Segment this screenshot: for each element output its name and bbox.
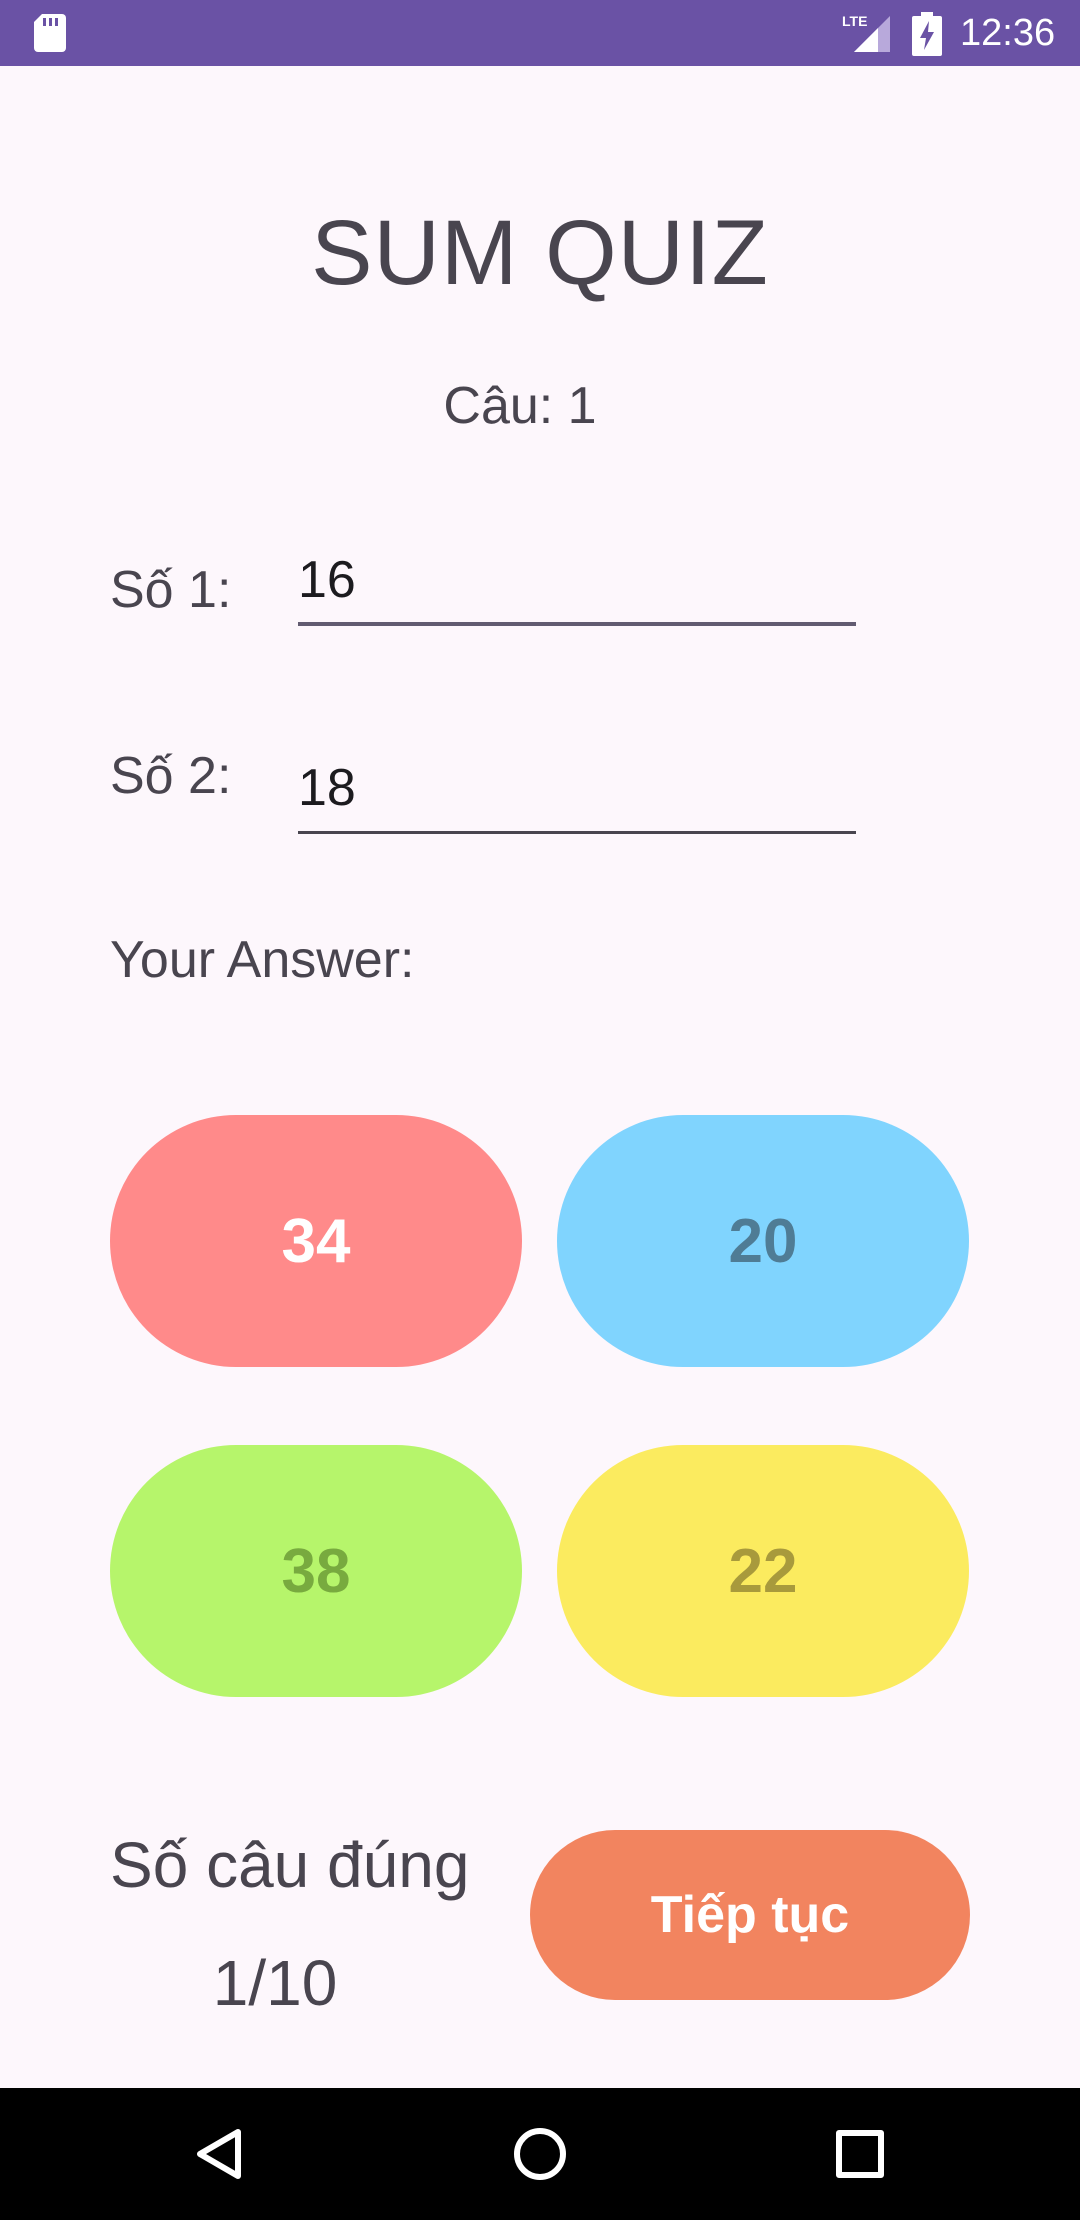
number2-value: 18 <box>298 759 356 817</box>
recents-icon[interactable] <box>824 2118 896 2190</box>
battery-charging-icon <box>912 12 942 56</box>
back-icon[interactable] <box>184 2118 256 2190</box>
sd-card-icon <box>34 14 66 52</box>
answer-option-4-label: 22 <box>728 1536 798 1606</box>
home-icon[interactable] <box>504 2118 576 2190</box>
answer-option-1[interactable]: 34 <box>110 1115 522 1367</box>
answer-option-3[interactable]: 38 <box>110 1445 522 1697</box>
lte-signal-icon: LTE <box>842 13 890 52</box>
quiz-screen: LTE 12:36 SUM QUIZ Câu: 1 Số 1: 16 Số 2:… <box>0 0 1080 2220</box>
question-number: Câu: 1 <box>443 377 597 435</box>
next-button-label: Tiếp tục <box>650 1886 850 1944</box>
score-label: Số câu đúng <box>110 1829 470 1901</box>
number2-label: Số 2: <box>110 747 232 805</box>
number2-field[interactable]: 18 <box>298 756 856 834</box>
next-button[interactable]: Tiếp tục <box>530 1830 970 2000</box>
number1-label: Số 1: <box>110 561 232 619</box>
answer-option-2-label: 20 <box>728 1206 798 1276</box>
answer-option-2[interactable]: 20 <box>557 1115 969 1367</box>
number1-value: 16 <box>298 551 356 609</box>
answer-option-4[interactable]: 22 <box>557 1445 969 1697</box>
number1-field[interactable]: 16 <box>298 548 856 626</box>
answer-option-3-label: 38 <box>281 1536 351 1606</box>
your-answer-label: Your Answer: <box>110 931 415 989</box>
lte-text: LTE <box>842 13 867 29</box>
navigation-bar <box>0 2088 1080 2220</box>
answer-option-1-label: 34 <box>281 1206 351 1276</box>
status-bar: LTE 12:36 <box>0 0 1080 66</box>
score-value: 1/10 <box>212 1947 338 2019</box>
page-title: SUM QUIZ <box>311 202 769 304</box>
status-time: 12:36 <box>960 12 1056 54</box>
